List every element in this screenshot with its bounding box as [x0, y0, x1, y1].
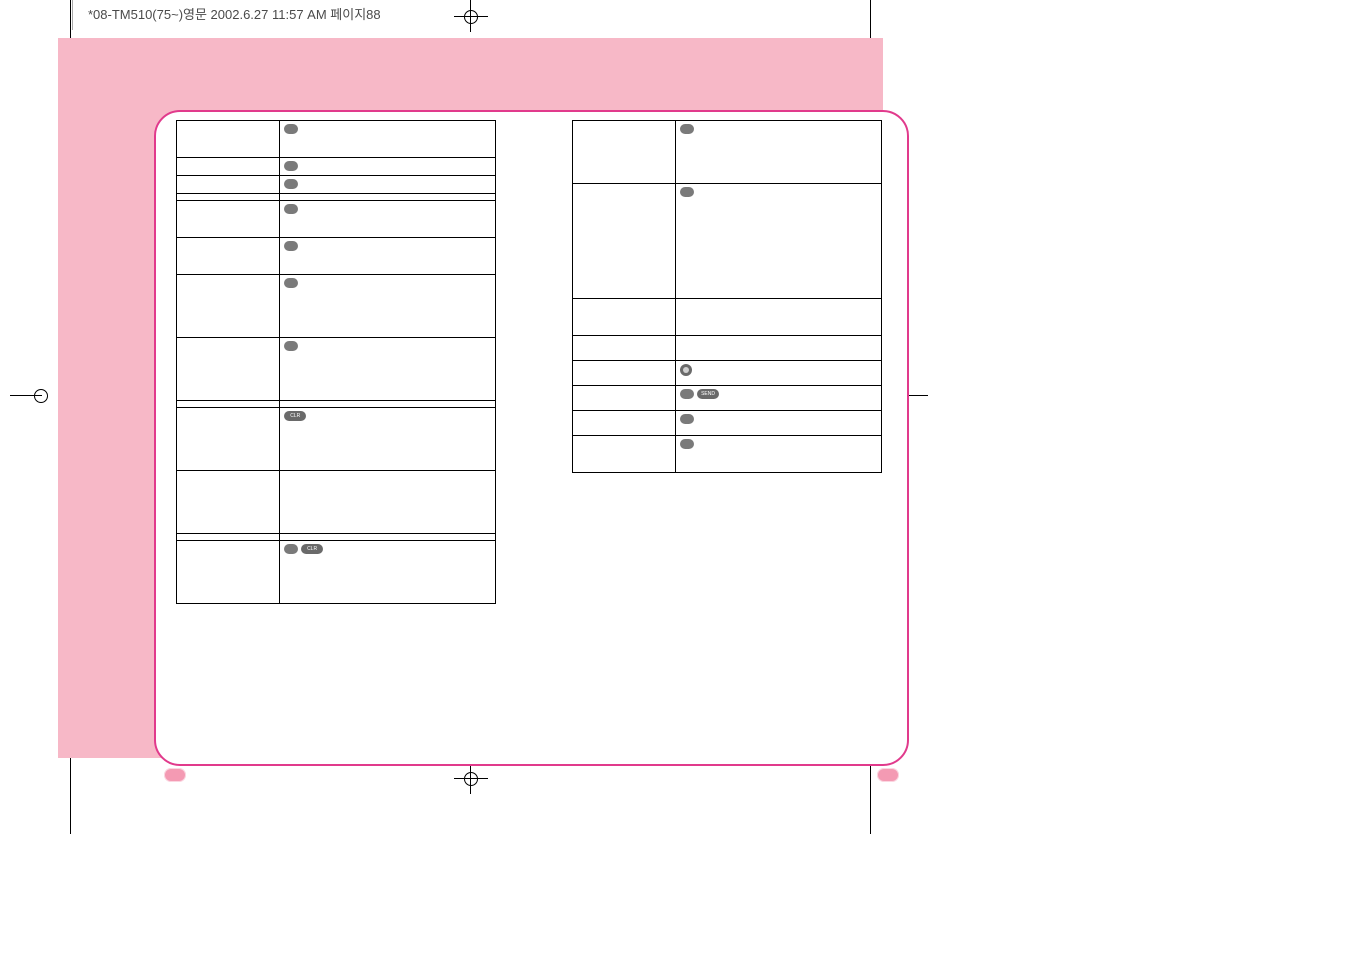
- file-header-divider: [72, 0, 73, 30]
- table-cell-label: [177, 194, 280, 201]
- send-key-icon: SEND: [697, 389, 719, 399]
- table-cell-label: [177, 408, 280, 471]
- page-number-badge-right: [877, 768, 899, 782]
- table-cell-content: [676, 336, 882, 361]
- table-cell-label: [177, 176, 280, 194]
- table-cell-content: [676, 411, 882, 436]
- manual-spread: CLR CLR SEND: [58, 38, 883, 758]
- table-cell-label: [573, 436, 676, 473]
- table-cell-content: [280, 176, 496, 194]
- table-cell-label: [573, 361, 676, 386]
- table-cell-content: [280, 534, 496, 541]
- table-cell-label: [573, 386, 676, 411]
- table-body: CLR CLR: [177, 121, 496, 604]
- nav-key-icon: [284, 278, 298, 288]
- table-cell-label: [177, 158, 280, 176]
- table-cell-content: CLR: [280, 541, 496, 604]
- table-cell-content: SEND: [676, 386, 882, 411]
- table-cell-label: [177, 541, 280, 604]
- nav-key-icon: [284, 544, 298, 554]
- table-cell-content: [280, 471, 496, 534]
- nav-key-icon: [284, 161, 298, 171]
- nav-key-icon: [680, 187, 694, 197]
- nav-key-icon: [284, 241, 298, 251]
- table-cell-label: [177, 275, 280, 338]
- table-cell-label: [573, 336, 676, 361]
- table-cell-label: [177, 471, 280, 534]
- table-cell-content: [280, 158, 496, 176]
- nav-key-icon: [680, 124, 694, 134]
- table-cell-content: CLR: [280, 408, 496, 471]
- table-cell-label: [177, 121, 280, 158]
- nav-key-icon: [680, 389, 694, 399]
- registration-mark-icon: [34, 389, 48, 403]
- table-cell-label: [177, 534, 280, 541]
- table-cell-content: [280, 194, 496, 201]
- file-header: *08-TM510(75~)영문 2002.6.27 11:57 AM 페이지8…: [88, 4, 381, 23]
- table-cell-label: [573, 411, 676, 436]
- table-cell-content: [280, 121, 496, 158]
- table-cell-content: [280, 238, 496, 275]
- table-cell-content: [676, 436, 882, 473]
- table-cell-content: [676, 184, 882, 299]
- table-cell-content: [676, 361, 882, 386]
- registration-mark-icon: [464, 10, 478, 24]
- manual-page: CLR CLR SEND: [154, 110, 909, 766]
- table-cell-label: [177, 338, 280, 401]
- table-cell-label: [177, 201, 280, 238]
- instruction-table-left: CLR CLR: [176, 120, 496, 604]
- table-cell-content: [280, 338, 496, 401]
- nav-key-icon: [284, 124, 298, 134]
- nav-key-icon: [284, 179, 298, 189]
- clr-key-icon: CLR: [301, 544, 323, 554]
- nav-key-icon: [284, 341, 298, 351]
- table-cell-content: [676, 299, 882, 336]
- table-body: SEND: [573, 121, 882, 473]
- clr-key-icon: CLR: [284, 411, 306, 421]
- instruction-table-right: SEND: [572, 120, 882, 473]
- page-number-badge-left: [164, 768, 186, 782]
- crop-mark: [70, 758, 71, 834]
- table-cell-label: [573, 299, 676, 336]
- phone-key-icon: [680, 364, 692, 376]
- registration-mark-icon: [464, 772, 478, 786]
- crop-mark: [870, 758, 871, 834]
- table-cell-content: [280, 275, 496, 338]
- table-cell-label: [573, 184, 676, 299]
- table-cell-content: [280, 401, 496, 408]
- table-cell-label: [177, 238, 280, 275]
- table-cell-label: [177, 401, 280, 408]
- nav-key-icon: [284, 204, 298, 214]
- table-cell-content: [676, 121, 882, 184]
- table-cell-content: [280, 201, 496, 238]
- table-cell-label: [573, 121, 676, 184]
- nav-key-icon: [680, 414, 694, 424]
- nav-key-icon: [680, 439, 694, 449]
